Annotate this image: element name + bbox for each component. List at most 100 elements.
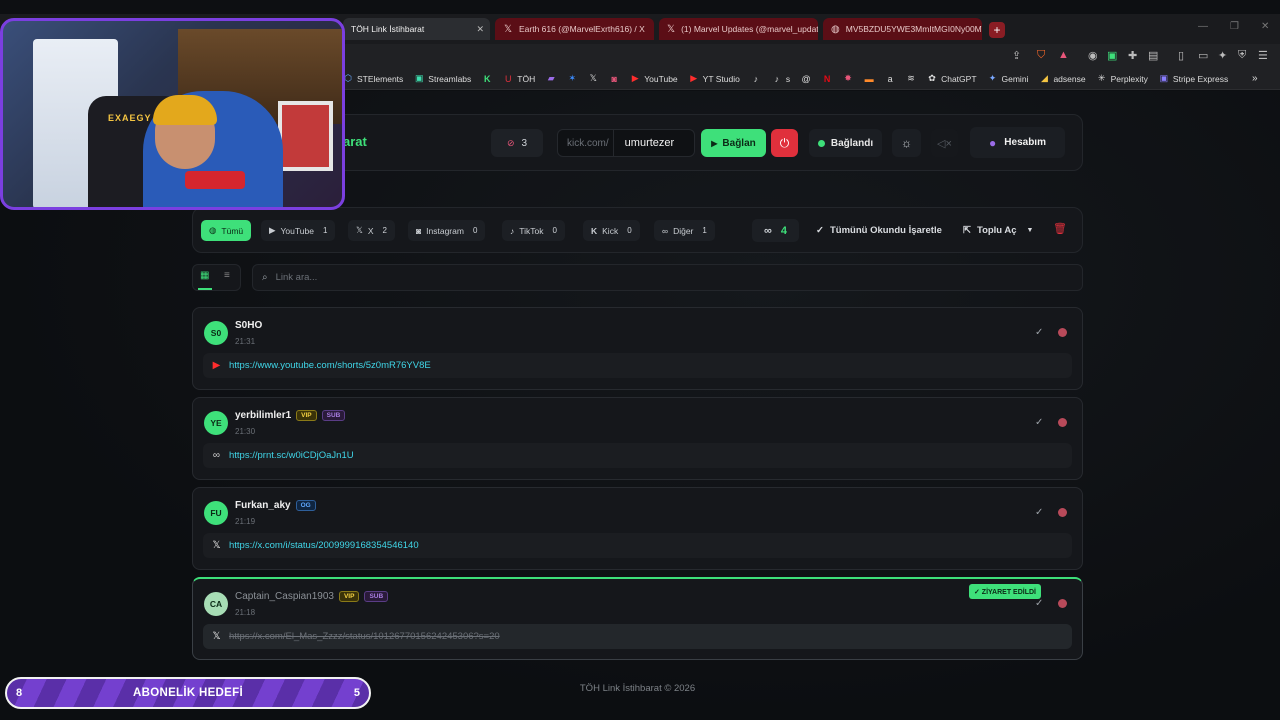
bookmark-kick[interactable]: K bbox=[482, 74, 492, 84]
extensions-puzzle-icon[interactable]: ✚ bbox=[1128, 49, 1137, 62]
bookmark-amazon[interactable]: a bbox=[885, 74, 895, 84]
list-view-icon[interactable]: ≡ bbox=[224, 270, 230, 281]
menu-icon[interactable]: ☰ bbox=[1258, 49, 1268, 62]
ban-icon[interactable] bbox=[1058, 418, 1067, 427]
bookmark-streamlabs[interactable]: ▣ Streamlabs bbox=[414, 73, 471, 84]
link-row[interactable]: ▶ https://www.youtube.com/shorts/5z0mR76… bbox=[203, 353, 1072, 378]
x-icon: 𝕏 bbox=[589, 73, 597, 83]
bookmark-instagram[interactable]: ◙ bbox=[609, 74, 619, 84]
kick-username-input[interactable]: umurtezer bbox=[614, 137, 675, 149]
more-bookmarks-icon[interactable]: » bbox=[1252, 73, 1258, 84]
bookmark-adsense[interactable]: ◢ adsense bbox=[1039, 73, 1086, 84]
bookmark-youtube[interactable]: ▶ YouTube bbox=[630, 73, 678, 84]
tab-marvel-updates[interactable]: 𝕏 (1) Marvel Updates (@marvel_updat bbox=[659, 18, 818, 40]
username[interactable]: S0HO bbox=[235, 320, 262, 331]
extension-icon[interactable]: ▤ bbox=[1148, 49, 1158, 62]
tab-toh-link[interactable]: TÖH Link İstihbarat ✕ bbox=[343, 18, 490, 40]
filter-all[interactable]: ◍ Tümü bbox=[201, 220, 252, 241]
new-tab-button[interactable]: + bbox=[989, 22, 1005, 38]
maximize-icon[interactable]: ❐ bbox=[1230, 21, 1239, 32]
sub-badge: SUB bbox=[364, 591, 389, 602]
bookmark-threads[interactable]: @ bbox=[801, 74, 811, 84]
bookmark-stripe[interactable]: ▣ Stripe Express bbox=[1159, 73, 1229, 84]
rewards-icon[interactable]: ▲ bbox=[1058, 49, 1069, 61]
mark-read-icon[interactable]: ✓ bbox=[1035, 507, 1043, 518]
link-row[interactable]: 𝕏 https://x.com/El_Mas_Zzzz/status/10126… bbox=[203, 624, 1072, 649]
username[interactable]: Captain_Caspian1903 VIP SUB bbox=[235, 591, 389, 602]
extension-icon[interactable]: ▣ bbox=[1107, 49, 1117, 62]
sidebar-icon[interactable]: ▯ bbox=[1178, 49, 1184, 62]
filter-youtube[interactable]: ▶ YouTube 1 bbox=[261, 220, 336, 241]
bookmark-chatgpt[interactable]: ✿ ChatGPT bbox=[927, 73, 976, 84]
link-row[interactable]: 𝕏 https://x.com/i/status/200999916835454… bbox=[203, 533, 1072, 558]
perplexity-icon: ✳ bbox=[1097, 73, 1106, 83]
bookmark-stelements[interactable]: ⬡ STElements bbox=[343, 73, 403, 84]
vpn-icon[interactable]: ⛨ bbox=[1238, 49, 1246, 62]
x-icon: 𝕏 bbox=[356, 225, 363, 235]
bookmark-misc[interactable]: ≋ bbox=[906, 73, 916, 84]
share-icon[interactable]: ⇪ bbox=[1012, 49, 1021, 62]
close-window-icon[interactable]: ✕ bbox=[1261, 21, 1269, 32]
filter-x[interactable]: 𝕏 X 2 bbox=[348, 220, 395, 241]
user-icon: ● bbox=[989, 135, 997, 150]
link-url[interactable]: https://www.youtube.com/shorts/5z0mR76YV… bbox=[229, 360, 431, 371]
username[interactable]: yerbilimler1 VIP SUB bbox=[235, 410, 346, 421]
mark-read-icon[interactable]: ✓ bbox=[1035, 327, 1043, 338]
ban-icon[interactable] bbox=[1058, 599, 1067, 608]
message-time: 21:18 bbox=[235, 608, 256, 617]
link-url[interactable]: https://x.com/i/status/20099991683545461… bbox=[229, 540, 419, 551]
x-icon: 𝕏 bbox=[503, 23, 513, 35]
theme-toggle-button[interactable]: ☼ bbox=[892, 129, 921, 157]
bookmark-tiktok-s[interactable]: ♪ s bbox=[772, 74, 791, 84]
bookmark-orange[interactable]: ▬ bbox=[864, 74, 874, 84]
close-tab-icon[interactable]: ✕ bbox=[476, 24, 484, 35]
bookmark-toh[interactable]: U TÖH bbox=[503, 74, 535, 84]
ban-icon[interactable] bbox=[1058, 508, 1067, 517]
tiktok-icon: ♪ bbox=[510, 225, 515, 236]
disconnect-button[interactable]: ⏻ bbox=[771, 129, 798, 157]
bookmark-netflix[interactable]: N bbox=[822, 74, 832, 84]
chatgpt-icon: ✿ bbox=[928, 73, 936, 83]
mark-read-icon[interactable]: ✓ bbox=[1035, 417, 1043, 428]
tab-image[interactable]: ◍ MV5BZDU5YWE3MmItMGI0Ny00MW bbox=[823, 18, 982, 40]
bookmark-perplexity[interactable]: ✳ Perplexity bbox=[1097, 73, 1148, 84]
filter-tiktok[interactable]: ♪ TikTok 0 bbox=[502, 220, 565, 241]
ban-icon[interactable] bbox=[1058, 328, 1067, 337]
leo-ai-icon[interactable]: ✦ bbox=[1218, 49, 1227, 62]
bookmark-tiktok[interactable]: ♪ bbox=[751, 74, 761, 84]
sound-toggle-button[interactable]: ◁× bbox=[931, 129, 958, 157]
link-url[interactable]: https://x.com/El_Mas_Zzzz/status/1012677… bbox=[229, 631, 500, 642]
filter-instagram[interactable]: ◙ Instagram 0 bbox=[408, 220, 486, 241]
bulk-open-button[interactable]: ⇱ Toplu Aç ▼ bbox=[955, 219, 1041, 242]
bookmark-yt-studio[interactable]: ▶ YT Studio bbox=[689, 73, 740, 84]
mark-read-icon[interactable]: ✓ bbox=[1035, 598, 1043, 609]
bookmark-red[interactable]: ✸ bbox=[843, 73, 853, 84]
grid-view-icon[interactable]: ▦ bbox=[200, 270, 209, 281]
link-url[interactable]: https://prnt.sc/w0iCDjOaJn1U bbox=[229, 450, 354, 461]
account-button[interactable]: ● Hesabım bbox=[970, 127, 1065, 158]
mute-icon: ◁× bbox=[937, 137, 952, 150]
username[interactable]: Furkan_aky OG bbox=[235, 500, 316, 511]
extension-icon[interactable]: ◉ bbox=[1088, 49, 1098, 62]
chevron-down-icon: ▼ bbox=[1026, 227, 1034, 234]
mark-all-read-button[interactable]: ✓ Tümünü Okundu İşaretle bbox=[808, 219, 950, 242]
link-row[interactable]: ∞ https://prnt.sc/w0iCDjOaJn1U bbox=[203, 443, 1072, 468]
tab-earth616[interactable]: 𝕏 Earth 616 (@MarvelExrth616) / X bbox=[495, 18, 654, 40]
x-icon: 𝕏 bbox=[212, 540, 221, 551]
bookmark-twitch[interactable]: ▰ bbox=[546, 73, 556, 84]
kick-channel-field[interactable]: kick.com/ umurtezer bbox=[557, 129, 695, 157]
bookmark-x[interactable]: 𝕏 bbox=[588, 73, 598, 84]
bookmark-icon: ▬ bbox=[864, 73, 874, 84]
wallet-icon[interactable]: ▭ bbox=[1198, 49, 1208, 62]
minimize-icon[interactable]: — bbox=[1198, 21, 1208, 32]
connect-button[interactable]: ▶ Bağlan bbox=[701, 129, 766, 157]
search-input[interactable] bbox=[275, 272, 1056, 283]
trash-icon[interactable]: 🗑 bbox=[1053, 222, 1067, 235]
bookmark-gemini[interactable]: ✦ Gemini bbox=[988, 73, 1029, 84]
ban-count-badge[interactable]: ⊘ 3 bbox=[491, 129, 543, 157]
brave-icon[interactable]: ⛉ bbox=[1037, 49, 1045, 62]
bookmark-bluesky[interactable]: ✶ bbox=[567, 73, 577, 84]
filter-kick[interactable]: K Kick 0 bbox=[583, 220, 640, 241]
twitch-icon: ▰ bbox=[547, 73, 555, 83]
filter-other[interactable]: ∞ Diğer 1 bbox=[654, 220, 715, 241]
